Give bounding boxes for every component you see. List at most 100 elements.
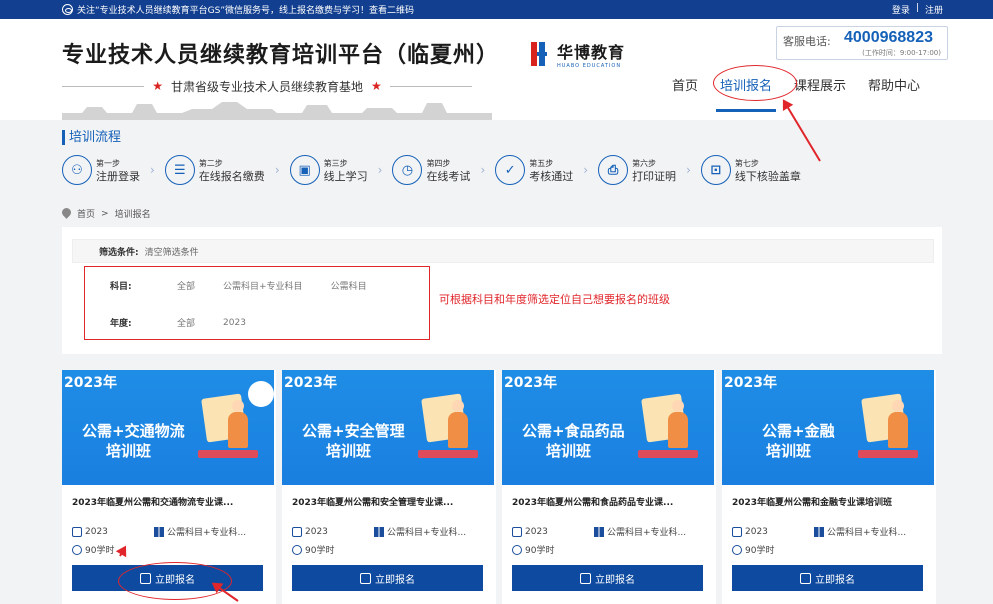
process-step-7: ⊡ 第七步 线下核验盖章 [700, 155, 801, 185]
course-title[interactable]: 2023年临夏州公需和食品药品专业课... [512, 495, 673, 508]
hotline-label: 客服电话: [783, 35, 831, 48]
banner-subtitle: 培训班 [766, 442, 812, 460]
nav-item-home[interactable]: 首页 [672, 75, 698, 112]
step-label: 考核通过 [529, 170, 574, 183]
register-link[interactable]: 注册 [925, 3, 943, 16]
check-doc-icon: ✓ [495, 155, 526, 185]
category-icon [374, 526, 384, 537]
calendar-icon [512, 526, 522, 537]
course-year: 2023 [525, 526, 548, 537]
banner-title: 公需+安全管理 [302, 422, 405, 440]
banner-year: 2023年 [724, 375, 777, 391]
course-card[interactable]: 2023年 公需+食品药品 培训班 2023年临夏州公需和食品药品专业课... … [502, 370, 716, 604]
step-number: 第七步 [734, 159, 759, 168]
clock-icon [732, 544, 742, 555]
process-step-1: ⚇ 第一步 注册登录 [62, 155, 140, 185]
course-category: 公需科目+专业科... [387, 528, 467, 538]
course-category: 公需科目+专业科... [167, 528, 247, 538]
annotation-tip: 可根据科目和年度筛选定位自己想要报名的班级 [439, 293, 670, 306]
course-card[interactable]: 2023年 公需+金融 培训班 2023年临夏州公需和金融专业课培训班 2023… [722, 370, 936, 604]
course-year: 2023 [745, 526, 768, 537]
enroll-button[interactable]: 立即报名 [292, 565, 483, 591]
enroll-icon [800, 572, 811, 584]
calendar-icon [292, 526, 302, 537]
course-category: 公需科目+专业科... [607, 528, 687, 538]
wechat-notice-text[interactable]: 关注“专业技术人员继续教育平台GS”微信服务号，线上报名缴费与学习！查看二维码 [77, 3, 414, 16]
course-year: 2023 [85, 526, 108, 537]
annotation-circle-nav [713, 65, 797, 101]
process-step-5: ✓ 第五步考核通过 [495, 155, 573, 185]
breadcrumb-home[interactable]: 首页 [77, 207, 95, 220]
course-hours: 90学时 [525, 546, 555, 556]
course-banner[interactable]: 2023年 公需+食品药品 培训班 [502, 370, 714, 485]
training-process: 培训流程 ⚇ 第一步 注册登录 › ☰ 第二步 在线报名缴费 › ▣ 第三步 线上学习… [62, 129, 942, 195]
site-subtitle-row: ★ 甘肃省级专业技术人员继续教育基地 ★ [62, 77, 473, 95]
study-illustration-icon [638, 392, 700, 464]
enroll-button[interactable]: 立即报名 [512, 565, 703, 591]
hotline-hours: (工作时间：9:00-17:00) [862, 49, 941, 57]
site-subtitle: 甘肃省级专业技术人员继续教育基地 [171, 79, 364, 94]
course-title[interactable]: 2023年临夏州公需和交通物流专业课... [72, 495, 233, 508]
step-number: 第二步 [198, 159, 223, 168]
course-year: 2023 [305, 526, 328, 537]
breadcrumb: 首页 > 培训报名 [62, 207, 151, 221]
chevron-right-icon: › [686, 163, 691, 177]
course-hours: 90学时 [85, 546, 115, 556]
banner-year: 2023年 [504, 375, 557, 391]
step-label: 在线考试 [426, 170, 471, 183]
process-step-4: ◷ 第四步 在线考试 [392, 155, 470, 185]
auth-separator: | [915, 3, 919, 13]
star-icon: ★ [152, 79, 163, 93]
wechat-icon [62, 4, 73, 15]
course-hours: 90学时 [305, 546, 335, 556]
course-card[interactable]: 2023年 公需+安全管理 培训班 2023年临夏州公需和安全管理专业课... … [282, 370, 496, 604]
step-number: 第五步 [529, 159, 554, 168]
wechat-notice[interactable]: 关注“专业技术人员继续教育平台GS”微信服务号，线上报名缴费与学习！查看二维码 [62, 3, 414, 16]
course-hours: 90学时 [745, 546, 775, 556]
clock-icon [72, 544, 82, 555]
decorative-bubble [248, 381, 274, 407]
course-title[interactable]: 2023年临夏州公需和金融专业课培训班 [732, 495, 892, 508]
enroll-button-label: 立即报名 [595, 574, 635, 586]
step-number: 第三步 [323, 159, 348, 168]
clock-icon [512, 544, 522, 555]
course-banner[interactable]: 2023年 公需+安全管理 培训班 [282, 370, 494, 485]
banner-title: 公需+交通物流 [82, 422, 185, 440]
step-label: 在线报名缴费 [198, 170, 265, 183]
huabo-logo[interactable]: 华博教育 HUABO EDUCATION [531, 39, 625, 69]
monitor-icon: ▣ [289, 155, 320, 185]
banner-title: 公需+食品药品 [522, 422, 625, 440]
category-icon [814, 526, 824, 537]
course-banner[interactable]: 2023年 公需+金融 培训班 [722, 370, 934, 485]
category-icon [154, 526, 164, 537]
clock-icon: ◷ [392, 155, 423, 185]
logo-name: 华博教育 [557, 43, 626, 62]
course-category: 公需科目+专业科... [827, 528, 907, 538]
enroll-button[interactable]: 立即报名 [732, 565, 923, 591]
study-illustration-icon [858, 392, 920, 464]
auth-links: 登录 | 注册 [892, 3, 943, 16]
clear-filters-link[interactable]: 清空筛选条件 [145, 245, 199, 258]
step-label: 注册登录 [96, 170, 140, 183]
step-label: 打印证明 [632, 170, 677, 183]
hotline-box: 客服电话: 4000968823 (工作时间：9:00-17:00) [776, 26, 948, 60]
step-number: 第六步 [632, 159, 657, 168]
nav-item-courses[interactable]: 课程展示 [794, 75, 846, 112]
course-banner[interactable]: 2023年 公需+交通物流 培训班 [62, 370, 274, 485]
huabo-logo-mark-icon [531, 42, 551, 66]
skyline-decoration [62, 102, 492, 120]
filter-conditions: 筛选条件: 清空筛选条件 [72, 239, 934, 263]
course-title[interactable]: 2023年临夏州公需和安全管理专业课... [292, 495, 453, 508]
category-icon [594, 526, 604, 537]
printer-icon: ⎙ [598, 155, 629, 185]
step-number: 第一步 [96, 159, 120, 168]
divider [389, 85, 473, 87]
nav-item-help[interactable]: 帮助中心 [868, 75, 920, 112]
site-header: 专业技术人员继续教育培训平台（临夏州） ★ 甘肃省级专业技术人员继续教育基地 ★… [0, 19, 993, 120]
banner-subtitle: 培训班 [326, 442, 372, 460]
process-step-3: ▣ 第三步 线上学习 [289, 155, 368, 185]
login-link[interactable]: 登录 [892, 3, 910, 16]
chevron-right-icon: › [377, 163, 383, 177]
filter-conditions-label: 筛选条件: [99, 247, 139, 258]
banner-subtitle: 培训班 [106, 442, 152, 460]
